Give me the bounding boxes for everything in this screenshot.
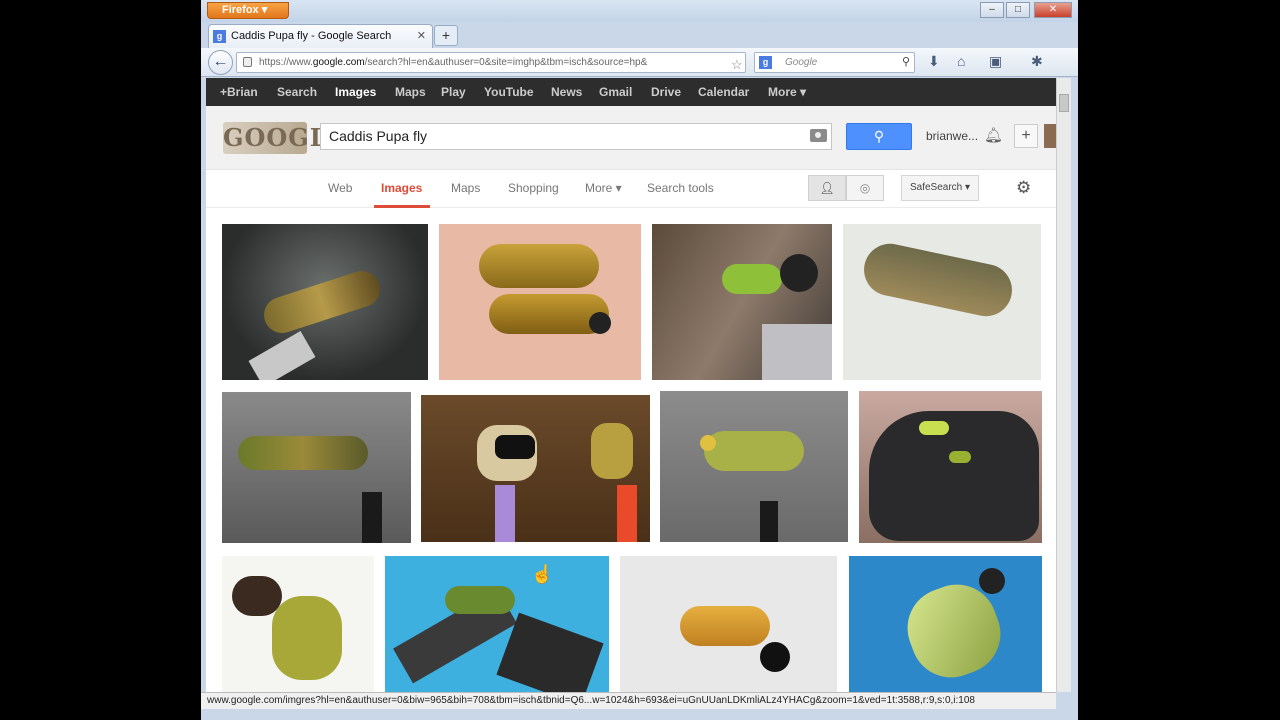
firefox-menu-label: Firefox (222, 4, 259, 16)
search-input[interactable]: Caddis Pupa fly (320, 123, 832, 150)
title-bar: Firefox ▾ – □ ✕ (201, 0, 1078, 22)
tab-shopping[interactable]: Shopping (508, 181, 559, 195)
google-bar: +Brian Search Images Maps Play YouTube N… (206, 78, 1056, 106)
url-path: /search?hl=en&authuser=0&site=imghp&tbm=… (364, 57, 648, 68)
search-tabs: Web Images Maps Shopping More ▾ Search t… (206, 170, 1056, 208)
browser-search-bar[interactable]: g Google ⚲ (754, 52, 915, 73)
home-icon[interactable]: ⌂ (957, 53, 965, 69)
search-placeholder: Google (785, 57, 818, 68)
personal-results-button[interactable]: 👤︎ (808, 175, 846, 201)
tab-close-icon[interactable]: ✕ (417, 25, 426, 47)
image-result[interactable] (421, 395, 650, 542)
status-bar: www.google.com/imgres?hl=en&authuser=0&b… (201, 692, 1056, 709)
close-window-button[interactable]: ✕ (1034, 2, 1072, 18)
new-tab-button[interactable]: + (434, 25, 458, 46)
gbar-news[interactable]: News (551, 85, 582, 99)
lock-icon (243, 57, 252, 67)
firefox-window: Firefox ▾ – □ ✕ g Caddis Pupa fly - Goog… (201, 0, 1078, 720)
image-result[interactable] (385, 556, 609, 692)
search-header: GOOGLE Caddis Pupa fly ⚲ brianwe... 🔔︎ + (206, 106, 1056, 170)
back-arrow-icon[interactable]: ← (208, 50, 233, 75)
download-icon[interactable]: ⬇ (928, 53, 940, 70)
person-icon: 👤︎ (819, 181, 835, 195)
bookmarks-icon[interactable]: ▣ (989, 53, 1002, 70)
camera-icon[interactable] (810, 129, 827, 142)
tab-maps[interactable]: Maps (451, 181, 480, 195)
vertical-scrollbar[interactable] (1056, 78, 1071, 692)
safesearch-dropdown[interactable]: SafeSearch ▾ (901, 175, 979, 201)
image-result[interactable] (660, 391, 848, 542)
tab-search-tools[interactable]: Search tools (647, 181, 714, 195)
search-query: Caddis Pupa fly (329, 128, 428, 144)
tab-strip: g Caddis Pupa fly - Google Search ✕ + (201, 22, 1078, 48)
search-button[interactable]: ⚲ (846, 123, 912, 150)
global-results-button[interactable]: ◎ (846, 175, 884, 201)
google-favicon-icon: g (213, 30, 226, 43)
search-icon[interactable]: ⚲ (902, 53, 910, 72)
firefox-menu-button[interactable]: Firefox ▾ (207, 2, 289, 19)
gbar-youtube[interactable]: YouTube (484, 85, 534, 99)
tab-more[interactable]: More ▾ (585, 181, 622, 195)
image-result[interactable] (843, 224, 1041, 380)
minimize-button[interactable]: – (980, 2, 1004, 18)
url-bar[interactable]: https://www.google.com/search?hl=en&auth… (236, 52, 746, 73)
gbar-images[interactable]: Images (335, 85, 376, 99)
tab-web[interactable]: Web (328, 181, 352, 195)
image-result[interactable] (620, 556, 837, 692)
avatar[interactable] (1044, 124, 1056, 148)
tab-images[interactable]: Images (381, 181, 422, 195)
maximize-button[interactable]: □ (1006, 2, 1030, 18)
globe-icon: ◎ (859, 181, 871, 195)
share-plus-button[interactable]: + (1014, 124, 1038, 148)
google-engine-icon[interactable]: g (759, 56, 772, 69)
gbar-play[interactable]: Play (441, 85, 466, 99)
image-result[interactable] (859, 391, 1042, 543)
user-name[interactable]: brianwe... (926, 129, 978, 143)
gbar-search[interactable]: Search (277, 85, 317, 99)
bookmark-star-icon[interactable]: ☆ (731, 55, 743, 72)
gbar-more[interactable]: More ▾ (768, 85, 806, 99)
google-logo[interactable]: GOOGLE (223, 122, 346, 154)
gear-icon[interactable]: ⚙ (1016, 178, 1031, 198)
gbar-maps[interactable]: Maps (395, 85, 426, 99)
browser-tab[interactable]: g Caddis Pupa fly - Google Search ✕ (208, 24, 433, 48)
image-result[interactable] (652, 224, 832, 380)
image-result[interactable] (439, 224, 641, 380)
image-result[interactable] (222, 392, 411, 543)
scrollbar-thumb[interactable] (1059, 94, 1069, 112)
bell-icon[interactable]: 🔔︎ (984, 126, 1003, 144)
image-result[interactable] (849, 556, 1042, 692)
url-prefix: https://www. (259, 57, 313, 68)
mouse-cursor-icon: ☝ (531, 564, 554, 584)
gbar-calendar[interactable]: Calendar (698, 85, 749, 99)
gbar-drive[interactable]: Drive (651, 85, 681, 99)
url-domain: google.com (312, 57, 365, 68)
active-tab-underline (374, 205, 430, 208)
tab-title: Caddis Pupa fly - Google Search (231, 30, 392, 42)
image-result[interactable] (222, 224, 428, 380)
image-result[interactable] (222, 556, 374, 692)
magnifier-icon: ⚲ (873, 128, 885, 144)
gbar-brian[interactable]: +Brian (220, 85, 258, 99)
page-content: +Brian Search Images Maps Play YouTube N… (206, 78, 1056, 692)
addon-icon[interactable]: ✱ (1031, 53, 1043, 70)
navigation-toolbar: ← https://www.google.com/search?hl=en&au… (201, 48, 1078, 77)
gbar-gmail[interactable]: Gmail (599, 85, 632, 99)
